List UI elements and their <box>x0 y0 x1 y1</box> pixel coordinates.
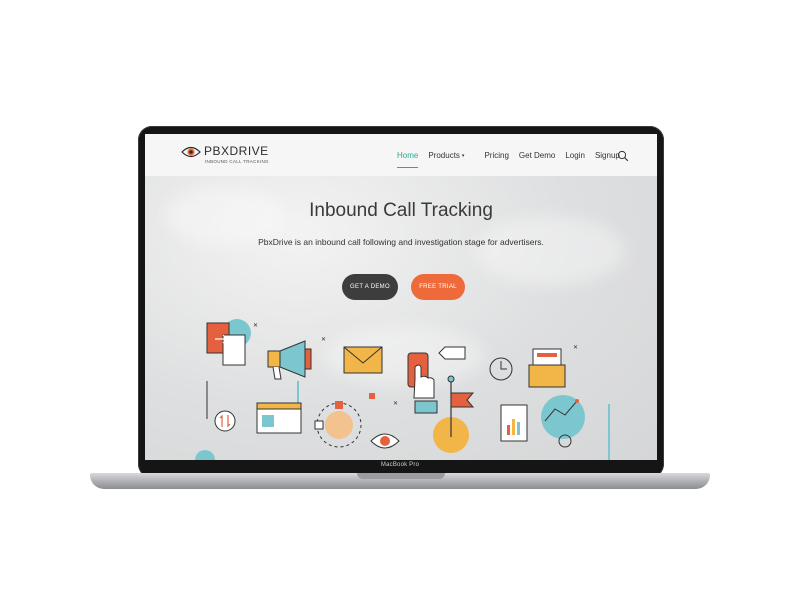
nav-item-home[interactable]: Home <box>397 151 419 168</box>
report-document-icon <box>500 404 528 442</box>
envelope-icon <box>343 346 383 374</box>
nav-item-products[interactable]: Products ▾ <box>428 151 474 160</box>
nav-item-products-label: Products <box>428 151 460 160</box>
free-trial-button[interactable]: FREE TRIAL <box>411 274 465 300</box>
flag-icon <box>433 375 475 453</box>
mail-document-icon <box>528 348 610 460</box>
eye-logo-icon <box>181 146 201 158</box>
top-navbar: PBXDRIVE INBOUND CALL TRACKING Home Prod… <box>145 134 657 176</box>
chevron-down-icon: ▾ <box>461 152 465 159</box>
clock-icon <box>489 357 513 381</box>
nav-item-pricing[interactable]: Pricing <box>484 151 508 160</box>
laptop-screen: PBXDRIVE INBOUND CALL TRACKING Home Prod… <box>145 134 657 460</box>
nav-item-get-demo[interactable]: Get Demo <box>519 151 555 160</box>
svg-text:✕: ✕ <box>321 337 326 343</box>
laptop-notch <box>357 473 445 479</box>
svg-text:✕: ✕ <box>253 323 258 329</box>
browser-window-icon <box>256 402 302 434</box>
nav-item-login[interactable]: Login <box>565 151 585 160</box>
document-transfer-icon <box>206 319 251 419</box>
hero-subtitle: PbxDrive is an inbound call following an… <box>258 237 544 247</box>
search-icon[interactable] <box>617 150 629 162</box>
sort-arrows-icon <box>214 410 236 432</box>
target-circle-icon <box>314 401 362 448</box>
brand-tagline: INBOUND CALL TRACKING <box>205 159 269 164</box>
svg-text:✕: ✕ <box>573 345 578 351</box>
get-demo-button[interactable]: GET A DEMO <box>342 274 398 300</box>
brand-name[interactable]: PBXDRIVE <box>204 144 269 158</box>
marketing-illustration: ✕ ✕ ✕ ✕ <box>195 319 610 460</box>
laptop-mockup: PBXDRIVE INBOUND CALL TRACKING Home Prod… <box>0 0 800 600</box>
main-menu: Home Products ▾ Pricing Get Demo Login Si… <box>397 151 630 168</box>
svg-text:✕: ✕ <box>393 401 398 407</box>
hero-title: Inbound Call Tracking <box>309 200 493 221</box>
eye-icon <box>370 433 400 449</box>
device-label: MacBook Pro <box>380 462 420 468</box>
